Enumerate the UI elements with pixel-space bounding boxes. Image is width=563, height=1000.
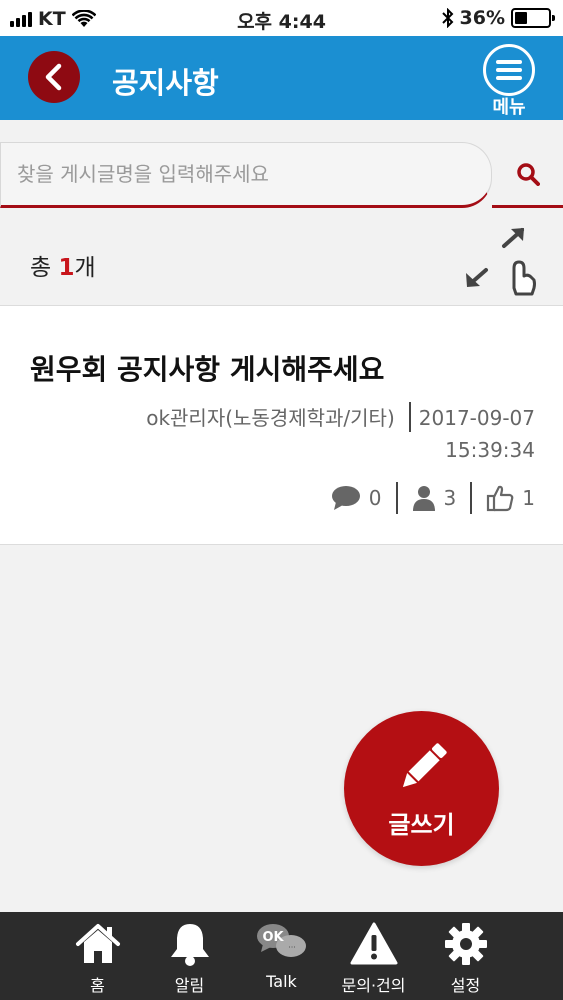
nav-item-inquiry[interactable]: 문의·건의 [328,912,420,1000]
bell-icon [170,924,209,966]
thumbs-up-icon [487,485,514,512]
svg-text:···: ··· [288,943,296,952]
menu-button[interactable]: 메뉴 [481,44,537,119]
search-area [0,120,563,216]
svg-text:OK: OK [262,930,284,945]
view-count: 3 [443,486,457,510]
count-prefix: 총 [30,255,59,281]
status-bar: KT 오후 4:44 36% [0,0,563,36]
gear-icon [444,923,487,965]
search-icon [516,162,540,186]
menu-label: 메뉴 [492,97,526,118]
warning-icon [350,922,397,965]
nav-label: Talk [266,972,297,991]
count-number: 1 [58,255,75,281]
expand-arrows-icon [466,228,536,296]
comment-count: 0 [368,486,382,510]
post-datetime: 2017-09-07 15:39:34 [419,402,535,466]
post-stats: 0 3 1 [331,482,535,514]
bottom-nav: 홈 알림 OK ··· Talk 문의·건의 설정 [0,912,563,1000]
nav-item-settings[interactable]: 설정 [420,912,512,1000]
post-title: 원우회 공지사항 게시해주세요 [30,353,385,386]
write-label: 글쓰기 [388,811,455,839]
status-right: 36% [441,7,555,29]
search-button[interactable] [492,142,563,208]
page-title: 공지사항 [112,66,219,100]
nav-label: 알림 [174,976,205,995]
like-stat[interactable]: 1 [486,484,535,512]
home-icon [75,924,120,963]
post-meta: ok관리자(노동경제학과/기타) 2017-09-07 15:39:34 [146,402,535,466]
meta-divider [408,402,411,432]
post-time: 15:39:34 [445,438,535,462]
nav-item-home[interactable]: 홈 [52,912,144,1000]
nav-item-talk[interactable]: OK ··· Talk [236,912,328,1000]
user-icon [412,486,435,511]
app-header: 공지사항 메뉴 [0,36,563,120]
count-suffix: 개 [74,255,96,281]
like-count: 1 [522,486,535,510]
stat-divider [470,482,473,514]
nav-label: 홈 [90,976,105,995]
comment-icon [331,486,360,510]
stat-divider [395,482,398,514]
comment-stat: 0 [331,485,382,511]
menu-icon [483,44,535,96]
nav-item-alerts[interactable]: 알림 [144,912,236,1000]
nav-label: 문의·건의 [341,976,406,995]
expand-toggle-button[interactable] [462,224,538,300]
battery-percent: 36% [459,7,505,29]
post-date: 2017-09-07 [418,406,535,430]
chevron-left-icon [45,63,62,91]
bluetooth-icon [441,8,453,28]
post-card[interactable]: 원우회 공지사항 게시해주세요 ok관리자(노동경제학과/기타) 2017-09… [0,305,563,545]
pencil-icon [402,743,447,788]
battery-icon [511,8,555,28]
nav-label: 설정 [450,976,481,995]
view-stat: 3 [412,485,457,511]
post-author: ok관리자(노동경제학과/기타) [146,406,395,430]
search-input[interactable] [0,142,492,208]
ok-talk-icon: OK ··· [256,924,306,957]
back-button[interactable] [28,51,80,103]
write-button[interactable]: 글쓰기 [344,711,499,866]
post-count: 총 1개 [30,248,96,282]
